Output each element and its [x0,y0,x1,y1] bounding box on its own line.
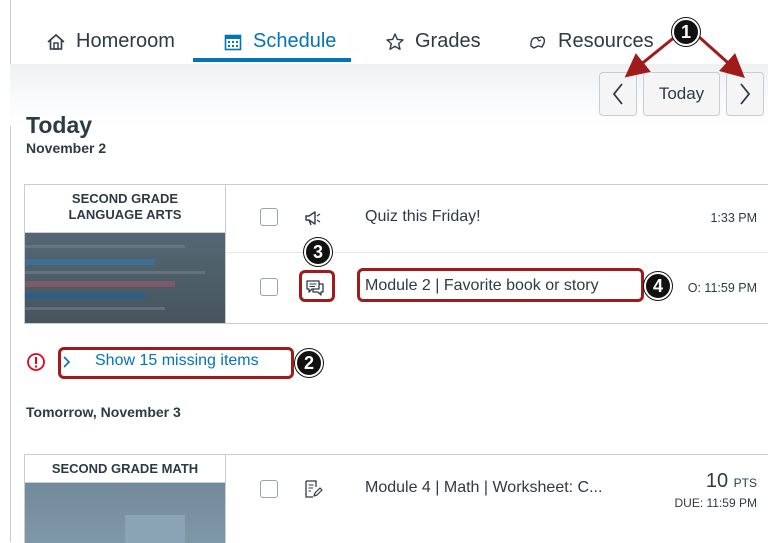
home-icon [46,32,66,52]
tab-grades[interactable]: Grades [385,30,481,53]
tab-homeroom[interactable]: Homeroom [46,30,175,53]
complete-checkbox[interactable] [260,278,278,296]
callout-1: 1 [672,18,700,46]
callout-3: 3 [304,238,332,266]
tab-grades-label: Grades [415,30,481,52]
star-icon [385,32,405,52]
complete-checkbox[interactable] [260,208,278,226]
course-block-language-arts: SECOND GRADE LANGUAGE ARTS [24,184,768,324]
show-missing-items-button[interactable]: Show 15 missing items [95,352,259,370]
item-title-module-2[interactable]: Module 2 | Favorite book or story [365,277,637,295]
item-time: 1:33 PM [710,211,757,225]
day-heading-tomorrow: Tomorrow, November 3 [26,404,181,420]
item-title-module-4[interactable]: Module 4 | Math | Worksheet: C... [365,479,650,497]
active-tab-indicator [193,58,351,62]
course-title[interactable]: SECOND GRADE LANGUAGE ARTS [25,185,225,233]
item-due-time: DUE: 11:59 PM [674,496,757,510]
assignment-icon [303,479,323,499]
day-date: November 2 [26,140,107,156]
item-title-quiz[interactable]: Quiz this Friday! [365,208,625,226]
calendar-icon [223,32,243,52]
complete-checkbox[interactable] [260,480,278,498]
missing-items-row [26,352,72,377]
chevron-left-icon [612,83,623,105]
tab-schedule-label: Schedule [253,30,337,52]
next-week-button[interactable] [726,72,764,116]
callout-4: 4 [644,272,672,300]
points: 10 PTS [705,470,757,492]
course-image[interactable]: SECOND GRADE MATH [25,455,225,543]
tab-homeroom-label: Homeroom [76,30,175,52]
course-title[interactable]: SECOND GRADE MATH [25,455,225,483]
chevron-right-icon [62,355,72,374]
previous-week-button[interactable] [599,72,637,116]
course-image[interactable]: SECOND GRADE LANGUAGE ARTS [25,185,225,323]
callout-2: 2 [295,349,323,377]
tab-resources-label: Resources [558,30,654,52]
announcement-icon [303,208,323,228]
today-button[interactable]: Today [643,72,720,116]
day-heading: Today [26,112,93,138]
resources-icon [528,32,548,52]
chevron-right-icon [740,83,751,105]
tab-schedule[interactable]: Schedule [223,30,336,53]
tab-resources[interactable]: Resources [528,30,654,53]
discussion-icon [305,278,325,298]
warning-icon [26,352,46,377]
